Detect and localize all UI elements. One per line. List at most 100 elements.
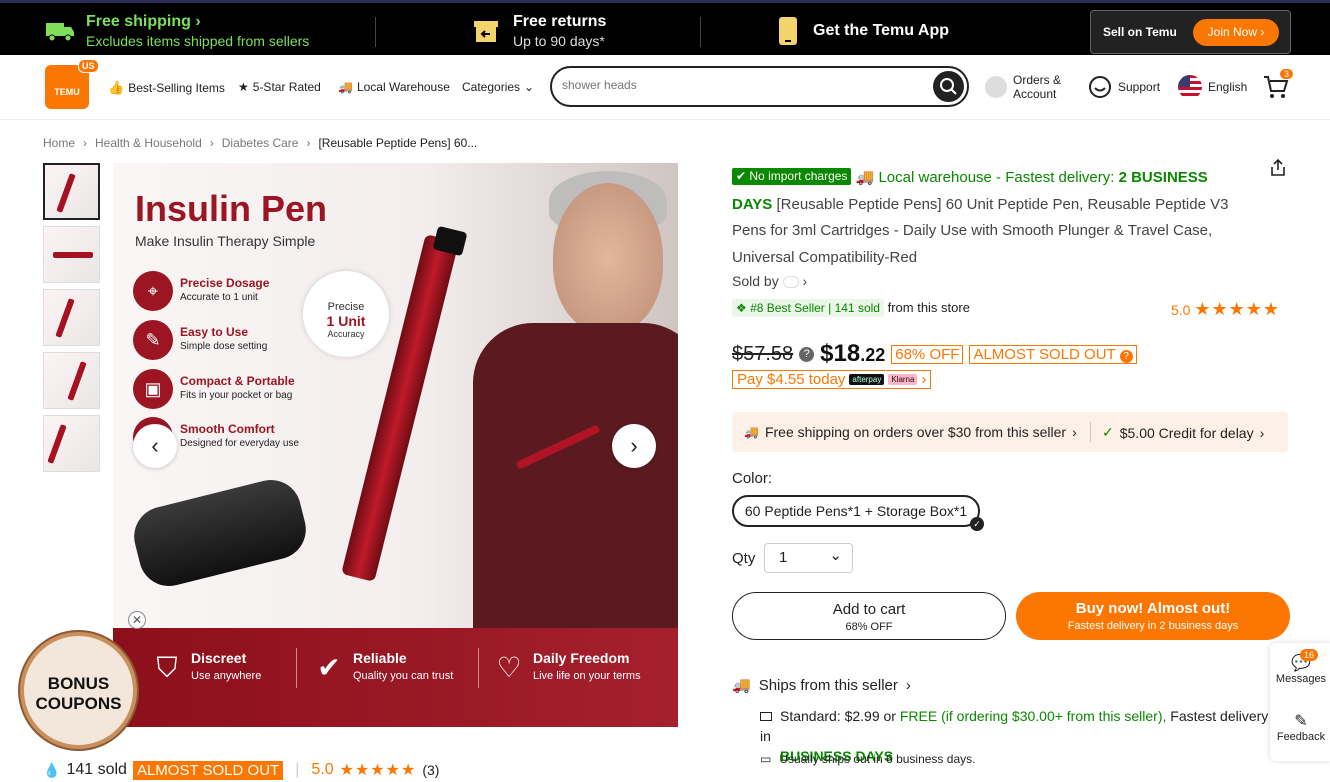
buy-now-label: Buy now! Almost out! (1075, 600, 1231, 617)
chevron-right-icon: › (630, 433, 638, 458)
sold-by[interactable]: Sold by › (732, 273, 807, 289)
close-coupon-button[interactable]: ✕ (128, 611, 146, 629)
ships-from-seller[interactable]: 🚚 Ships from this seller › (732, 676, 911, 695)
thumbs-up-icon: 👍 (108, 80, 125, 95)
join-now-button[interactable]: Join Now › (1193, 19, 1279, 46)
support-icon (1089, 76, 1111, 98)
prev-image-button[interactable]: ‹ (133, 424, 177, 468)
product-main-image[interactable]: Insulin Pen Make Insulin Therapy Simple … (113, 163, 678, 727)
sold-by-label: Sold by (732, 273, 779, 289)
chevron-right-icon: › (83, 136, 88, 150)
sell-on-temu-banner[interactable]: Sell on Temu Join Now › (1090, 10, 1291, 54)
precise-badge: Precise 1 Unit Accuracy (303, 271, 389, 357)
language-label: English (1208, 80, 1248, 94)
search-button[interactable] (933, 71, 964, 102)
thumbnail[interactable] (43, 163, 100, 220)
card-icon (760, 712, 772, 721)
product-title: [Reusable Peptide Pens] 60 Unit Peptide … (732, 195, 1229, 266)
nav-label: Local Warehouse (356, 80, 450, 94)
chevron-down-icon: ⌄ (524, 80, 535, 94)
info-icon[interactable]: ? (1119, 349, 1133, 363)
search-input[interactable] (562, 78, 922, 92)
shield-check-icon: ✔ (317, 652, 341, 683)
thumbnail[interactable] (43, 352, 100, 409)
model-image (473, 323, 678, 633)
shield-icon: ⛉ (156, 652, 178, 683)
support-link[interactable]: Support (1088, 75, 1160, 99)
precise-label: Precise (327, 301, 365, 313)
nav-best-selling[interactable]: 👍 Best-Selling Items (108, 80, 225, 96)
store-rating[interactable]: 5.0 ★★★★★ (1171, 299, 1280, 320)
support-label: Support (1118, 80, 1161, 94)
truck-icon: 🚚 (744, 425, 759, 439)
avatar-icon (985, 76, 1007, 98)
feedback-label: Feedback (1276, 731, 1326, 743)
bonus-coupons-widget[interactable]: BONUS COUPONS (20, 632, 137, 749)
quantity-select[interactable]: 1 ⌄ (764, 543, 853, 573)
buy-now-button[interactable]: Buy now! Almost out! Fastest delivery in… (1016, 592, 1290, 640)
review-count[interactable]: (3) (422, 762, 439, 778)
thumbnail[interactable] (43, 226, 100, 283)
cart-button[interactable]: 3 (1262, 69, 1294, 104)
breadcrumb-home[interactable]: Home (43, 136, 75, 150)
nav-label: Categories (462, 80, 521, 94)
flame-icon: 💧 (43, 761, 61, 778)
feedback-icon: ✎ (1294, 713, 1308, 730)
free-returns-promo[interactable]: Free returns Up to 90 days* (473, 9, 606, 53)
feature-desc: Accurate to 1 unit (180, 292, 258, 303)
bonus-line2: COUPONS (35, 694, 122, 713)
nav-local-warehouse[interactable]: 🚚 Local Warehouse (338, 80, 450, 94)
store-rating-value: 5.0 (1171, 302, 1191, 318)
nav-categories[interactable]: Categories ⌄ (462, 80, 534, 94)
no-import-label: No import charges (749, 169, 848, 183)
get-app-promo[interactable]: Get the Temu App (778, 9, 949, 53)
next-image-button[interactable]: › (612, 424, 656, 468)
orders-account[interactable]: Orders & Account (985, 73, 1061, 101)
feedback-button[interactable]: ✎ Feedback (1270, 711, 1330, 743)
truck-icon: 🚚 (732, 677, 751, 694)
standard-label: Standard: $2.99 or (780, 708, 896, 724)
free-shipping-seller[interactable]: 🚚 Free shipping on orders over $30 from … (744, 424, 1077, 440)
buy-now-sub: Fastest delivery in 2 business days (1067, 620, 1239, 632)
free-shipping-sub: Excludes items shipped from sellers (86, 33, 310, 49)
free-shipping-promo[interactable]: Free shipping › Excludes items shipped f… (44, 9, 309, 53)
nav-five-star[interactable]: ★ 5-Star Rated (238, 80, 321, 94)
search-icon (940, 78, 957, 95)
rating-value: 5.0 (311, 761, 334, 778)
orders-label: Orders & (1013, 73, 1062, 87)
almost-label: ALMOST SOLD OUT (973, 345, 1116, 363)
language-selector[interactable]: English (1178, 75, 1247, 99)
color-option-label: 60 Peptide Pens*1 + Storage Box*1 (744, 503, 968, 519)
thumbnail[interactable] (43, 289, 100, 346)
info-icon[interactable]: ? (799, 346, 815, 362)
discount-badge: 68% OFF (891, 344, 964, 364)
phone-icon (779, 17, 797, 45)
thumbnail-list (43, 163, 100, 478)
breadcrumb-subcategory[interactable]: Diabetes Care (222, 136, 299, 150)
thumbnail[interactable] (43, 415, 100, 472)
sell-label: Sell on Temu (1103, 25, 1177, 39)
chevron-right-icon: › (306, 136, 311, 150)
feature-title: Easy to Use (180, 325, 249, 339)
original-price: $57.58 (732, 342, 794, 365)
share-button[interactable] (1268, 158, 1288, 183)
free-shipping-title: Free shipping (86, 13, 191, 30)
free-if-label: FREE (if ordering $30.00+ from this sell… (899, 708, 1167, 724)
best-seller-badge[interactable]: ❖ #8 Best Seller | 141 sold (732, 299, 884, 317)
precise-caption: Accuracy (327, 329, 365, 339)
breadcrumb: Home › Health & Household › Diabetes Care ›… (43, 136, 477, 150)
breadcrumb-current: [Reusable Peptide Pens] 60... (318, 136, 478, 150)
chevron-right-icon: › (195, 13, 201, 30)
delay-credit[interactable]: ✓ $5.00 Credit for delay › (1102, 424, 1264, 441)
color-option-selected[interactable]: 60 Peptide Pens*1 + Storage Box*1 ✓ (732, 495, 984, 531)
pay-later-option[interactable]: Pay $4.55 today afterpay Klarna › (732, 370, 932, 389)
crosshair-icon: ⌖ (133, 271, 173, 311)
usually-ships: ▭ Usually ships out in 6 business days. (760, 752, 975, 766)
hand-icon: ✎ (133, 320, 173, 360)
feature-desc: Simple dose setting (180, 341, 268, 352)
add-to-cart-button[interactable]: Add to cart 68% OFF (732, 592, 1006, 640)
model-image (553, 183, 663, 333)
breadcrumb-category[interactable]: Health & Household (95, 136, 202, 150)
feature-title: Smooth Comfort (180, 422, 275, 436)
sold-count: 141 sold (66, 761, 127, 778)
